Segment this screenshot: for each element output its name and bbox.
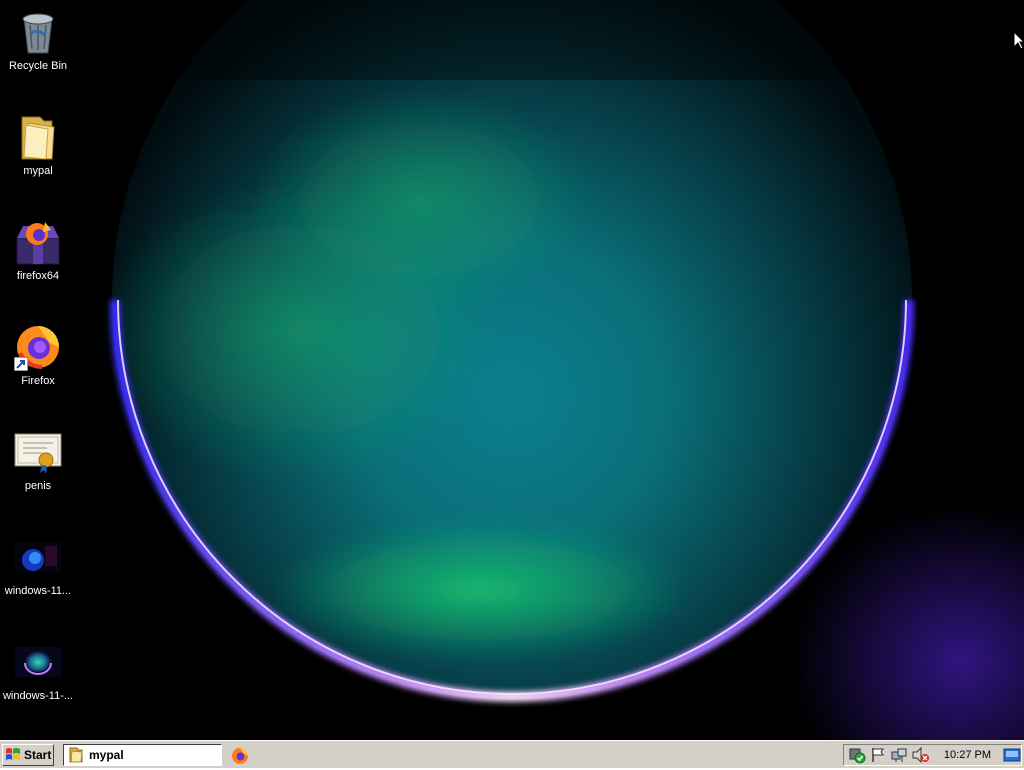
desktop-icon-label: firefox64 xyxy=(16,270,60,282)
desktop-icon-label: Recycle Bin xyxy=(8,60,68,72)
taskbar: Start mypal 10:27 PM xyxy=(0,740,1024,768)
shortcut-arrow-icon xyxy=(14,357,28,371)
volume-muted-icon[interactable] xyxy=(912,746,930,764)
firefox-icon xyxy=(232,748,248,764)
image-file-icon xyxy=(14,638,62,686)
network-icon[interactable] xyxy=(891,746,908,764)
mouse-cursor-icon xyxy=(1013,30,1024,55)
taskbar-button-label: mypal xyxy=(89,748,124,762)
desktop-icon-label: penis xyxy=(24,480,52,492)
certificate-icon xyxy=(14,428,62,476)
clock[interactable]: 10:27 PM xyxy=(944,749,991,761)
show-desktop-icon[interactable] xyxy=(1003,746,1021,764)
desktop-icon-firefox64[interactable]: firefox64 xyxy=(0,218,76,282)
desktop-icon-label: windows-11-... xyxy=(2,690,74,702)
recycle-bin-icon xyxy=(14,8,62,56)
desktop-icon-penis[interactable]: penis xyxy=(0,428,76,492)
start-label: Start xyxy=(24,748,52,762)
firefox-icon xyxy=(14,323,62,371)
folder-icon xyxy=(69,747,83,763)
desktop-icon-recycle-bin[interactable]: Recycle Bin xyxy=(0,8,76,72)
windows-logo-icon xyxy=(5,747,21,764)
desktop-icon-label: mypal xyxy=(23,165,53,177)
desktop-icon-firefox[interactable]: Firefox xyxy=(0,323,76,387)
desktop-icon-windows-11-image-2[interactable]: windows-11-... xyxy=(0,638,76,702)
image-file-icon xyxy=(14,533,62,581)
start-button[interactable]: Start xyxy=(2,744,54,766)
desktop-icon-mypal[interactable]: mypal xyxy=(0,113,76,177)
quick-launch-firefox[interactable] xyxy=(231,747,249,765)
taskbar-button-mypal[interactable]: mypal xyxy=(63,744,222,766)
desktop-icon-label: windows-11... xyxy=(4,585,72,597)
flag-icon[interactable] xyxy=(870,746,887,764)
security-shield-icon[interactable] xyxy=(848,746,866,764)
system-tray: 10:27 PM xyxy=(843,744,1022,766)
desktop-icon-windows-11-image-1[interactable]: windows-11... xyxy=(0,533,76,597)
firefox-installer-icon xyxy=(14,218,62,266)
desktop[interactable]: Recycle Bin mypal firefox64 Firefox peni… xyxy=(0,0,1024,740)
folder-icon xyxy=(14,113,62,161)
desktop-icon-label: Firefox xyxy=(21,375,55,387)
wallpaper xyxy=(0,0,1024,740)
